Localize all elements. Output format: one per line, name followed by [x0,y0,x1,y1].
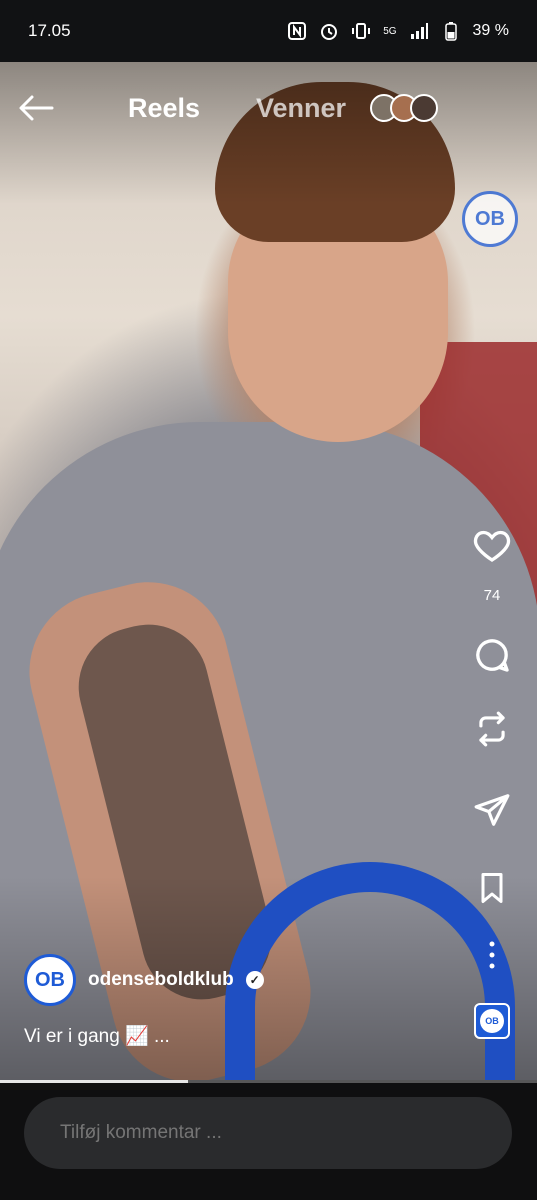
heart-icon [473,530,511,562]
profile-badge[interactable]: OB [462,191,518,247]
more-options-button[interactable] [462,940,522,970]
caption[interactable]: Vi er i gang 📈 ... [24,1024,170,1048]
back-button[interactable] [16,90,56,126]
save-button[interactable] [462,869,522,907]
audio-thumbnail: OB [480,1009,504,1033]
reels-header: Reels Venner [0,78,537,138]
more-vertical-icon [489,941,495,969]
comment-input[interactable] [24,1097,512,1169]
reel-video[interactable] [0,62,537,1080]
status-bar: 17.05 5G 39 % [0,0,537,62]
avatar[interactable]: OB [24,954,76,1006]
comment-bar [0,1083,537,1200]
share-button[interactable] [462,791,522,829]
send-icon [474,794,510,826]
verified-badge-icon: ✓ [245,971,264,989]
friend-avatars[interactable] [370,94,450,124]
audio-button[interactable]: OB [474,1003,510,1039]
remix-button[interactable] [462,710,522,748]
arrow-left-icon [19,95,54,121]
status-time: 17.05 [28,21,71,40]
avatar-text: OB [35,968,65,991]
bookmark-icon [481,873,503,903]
alarm-icon [321,24,338,40]
status-icons: 5G 39 % [287,21,509,41]
comment-icon [476,639,509,672]
network-type: 5G [383,25,397,37]
comments-button[interactable] [462,635,522,675]
repost-icon [479,711,505,747]
profile-badge-text: OB [475,207,505,230]
avatar [410,94,438,122]
tab-friends[interactable]: Venner [256,93,346,124]
nfc-icon [288,22,307,40]
author-row: OB odenseboldklub ✓ [24,954,264,1006]
like-button[interactable] [462,525,522,565]
like-count: 74 [483,587,501,604]
author-username[interactable]: odenseboldklub [88,969,234,991]
signal-icon [410,23,428,39]
tab-reels[interactable]: Reels [128,93,200,124]
battery-icon [444,22,457,41]
vibrate-icon [352,23,371,39]
battery-level: 39 % [472,22,509,39]
